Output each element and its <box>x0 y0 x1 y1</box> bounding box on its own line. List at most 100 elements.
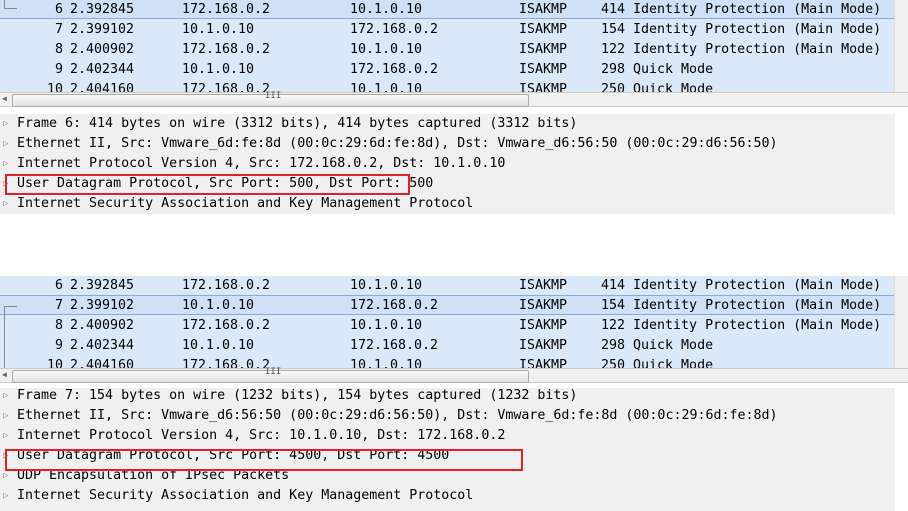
expand-triangle-icon[interactable]: ▷ <box>3 406 8 426</box>
packet-info: 250 Quick Mode <box>601 82 714 92</box>
packet-details: ▷ Frame 6: 414 bytes on wire (3312 bits),… <box>0 114 895 214</box>
packet-time: 2.392845 <box>70 278 135 293</box>
packet-dst: 172.168.0.2 <box>350 62 439 77</box>
packet-info: 122 Identity Protection (Main Mode) <box>601 42 882 57</box>
expand-triangle-icon[interactable]: ▷ <box>3 154 8 174</box>
detail-text: Internet Security Association and Key Ma… <box>17 488 474 503</box>
horizontal-scrollbar[interactable]: ◀ III <box>0 367 908 383</box>
packet-dst: 172.168.0.2 <box>350 22 439 37</box>
packet-row[interactable]: 8 2.400902 172.168.0.2 10.1.0.10 ISAKMP 122 I… <box>0 315 895 335</box>
packet-dst: 10.1.0.10 <box>350 318 423 333</box>
highlight-box <box>5 449 523 471</box>
detail-text: Internet Protocol Version 4, Src: 172.16… <box>17 156 506 171</box>
packet-src: 172.168.0.2 <box>182 318 271 333</box>
packet-no: 10 <box>46 358 63 368</box>
detail-text: Ethernet II, Src: Vmware_d6:56:50 (00:0c… <box>17 408 778 423</box>
packet-no: 6 <box>54 2 63 17</box>
conversation-tree-line <box>4 306 17 368</box>
scrollbar-thumb[interactable]: III <box>12 91 529 107</box>
packet-proto: ISAKMP <box>519 338 568 353</box>
expand-triangle-icon[interactable]: ▷ <box>3 486 8 506</box>
packet-proto: ISAKMP <box>519 42 568 57</box>
packet-proto: ISAKMP <box>519 318 568 333</box>
packet-info: 298 Quick Mode <box>601 62 714 77</box>
packet-info: 154 Identity Protection (Main Mode) <box>601 298 882 313</box>
expand-triangle-icon[interactable]: ▷ <box>3 426 8 446</box>
packet-no: 7 <box>54 298 63 313</box>
packet-row[interactable]: 6 2.392845 172.168.0.2 10.1.0.10 ISAKMP 414 I… <box>0 276 895 295</box>
packet-row[interactable]: 9 2.402344 10.1.0.10 172.168.0.2 ISAKMP 298 Q… <box>0 59 895 79</box>
packet-proto: ISAKMP <box>519 278 568 293</box>
packet-src: 10.1.0.10 <box>182 298 255 313</box>
packet-row[interactable]: 8 2.400902 172.168.0.2 10.1.0.10 ISAKMP 122 I… <box>0 39 895 59</box>
packet-src: 172.168.0.2 <box>182 42 271 57</box>
scrollbar-thumb[interactable]: III <box>12 367 529 383</box>
conversation-tree-line <box>4 0 17 9</box>
detail-text: Frame 7: 154 bytes on wire (1232 bits), … <box>17 388 578 403</box>
packet-info: 414 Identity Protection (Main Mode) <box>601 278 882 293</box>
packet-info: 154 Identity Protection (Main Mode) <box>601 22 882 37</box>
packet-time: 2.399102 <box>70 298 135 313</box>
capture-panel-frame-6: 6 2.392845 172.168.0.2 10.1.0.10 ISAKMP 414 I… <box>0 0 908 214</box>
packet-dst: 10.1.0.10 <box>350 2 423 17</box>
packet-src: 172.168.0.2 <box>182 2 271 17</box>
packet-src: 10.1.0.10 <box>182 338 255 353</box>
packet-row[interactable]: 6 2.392845 172.168.0.2 10.1.0.10 ISAKMP 414 I… <box>0 0 895 19</box>
packet-src: 10.1.0.10 <box>182 62 255 77</box>
packet-row[interactable]: 7 2.399102 10.1.0.10 172.168.0.2 ISAKMP 154 I… <box>0 19 895 39</box>
packet-dst: 10.1.0.10 <box>350 358 423 368</box>
packet-time: 2.392845 <box>70 2 135 17</box>
packet-proto: ISAKMP <box>519 82 568 92</box>
expand-triangle-icon[interactable]: ▷ <box>3 114 8 134</box>
expand-triangle-icon[interactable]: ▷ <box>3 194 8 214</box>
packet-src: 172.168.0.2 <box>182 278 271 293</box>
expand-triangle-icon[interactable]: ▷ <box>3 134 8 154</box>
packet-time: 2.402344 <box>70 338 135 353</box>
packet-no: 7 <box>54 22 63 37</box>
packet-proto: ISAKMP <box>519 62 568 77</box>
capture-panel-frame-7: 6 2.392845 172.168.0.2 10.1.0.10 ISAKMP 414 I… <box>0 276 908 511</box>
detail-text: Internet Protocol Version 4, Src: 10.1.0… <box>17 428 506 443</box>
scrollbar-grip: III <box>265 91 282 101</box>
packet-time: 2.400902 <box>70 42 135 57</box>
vertical-scrollbar[interactable] <box>894 276 908 368</box>
horizontal-scrollbar[interactable]: ◀ III <box>0 91 908 107</box>
packet-info: 298 Quick Mode <box>601 338 714 353</box>
packet-proto: ISAKMP <box>519 358 568 368</box>
detail-text: Frame 6: 414 bytes on wire (3312 bits), … <box>17 116 578 131</box>
packet-no: 10 <box>46 82 63 92</box>
packet-time: 2.399102 <box>70 22 135 37</box>
packet-info: 250 Quick Mode <box>601 358 714 368</box>
packet-dst: 172.168.0.2 <box>350 338 439 353</box>
packet-proto: ISAKMP <box>519 298 568 313</box>
packet-src: 10.1.0.10 <box>182 22 255 37</box>
packet-row[interactable]: 10 2.404160 172.168.0.2 10.1.0.10 ISAKMP 250 … <box>0 79 895 92</box>
packet-info: 122 Identity Protection (Main Mode) <box>601 318 882 333</box>
packet-row[interactable]: 9 2.402344 10.1.0.10 172.168.0.2 ISAKMP 298 Q… <box>0 335 895 355</box>
packet-dst: 10.1.0.10 <box>350 278 423 293</box>
packet-time: 2.404160 <box>70 358 135 368</box>
detail-text: Ethernet II, Src: Vmware_6d:fe:8d (00:0c… <box>17 136 778 151</box>
packet-time: 2.400902 <box>70 318 135 333</box>
packet-time: 2.402344 <box>70 62 135 77</box>
packet-no: 8 <box>54 318 63 333</box>
packet-no: 9 <box>54 338 63 353</box>
packet-info: 414 Identity Protection (Main Mode) <box>601 2 882 17</box>
packet-list: 6 2.392845 172.168.0.2 10.1.0.10 ISAKMP 414 I… <box>0 276 895 368</box>
scroll-left-icon[interactable]: ◀ <box>2 370 7 379</box>
packet-src: 172.168.0.2 <box>182 82 271 92</box>
packet-time: 2.404160 <box>70 82 135 92</box>
packet-src: 172.168.0.2 <box>182 358 271 368</box>
packet-no: 8 <box>54 42 63 57</box>
scroll-left-icon[interactable]: ◀ <box>2 94 7 103</box>
detail-text: Internet Security Association and Key Ma… <box>17 196 474 211</box>
packet-dst: 10.1.0.10 <box>350 82 423 92</box>
packet-dst: 10.1.0.10 <box>350 42 423 57</box>
vertical-scrollbar[interactable] <box>894 0 908 92</box>
packet-no: 9 <box>54 62 63 77</box>
scrollbar-grip: III <box>265 367 282 377</box>
packet-row[interactable]: 10 2.404160 172.168.0.2 10.1.0.10 ISAKMP 250 … <box>0 355 895 368</box>
packet-row[interactable]: 7 2.399102 10.1.0.10 172.168.0.2 ISAKMP 154 I… <box>0 295 895 315</box>
packet-list: 6 2.392845 172.168.0.2 10.1.0.10 ISAKMP 414 I… <box>0 0 895 92</box>
expand-triangle-icon[interactable]: ▷ <box>3 386 8 406</box>
